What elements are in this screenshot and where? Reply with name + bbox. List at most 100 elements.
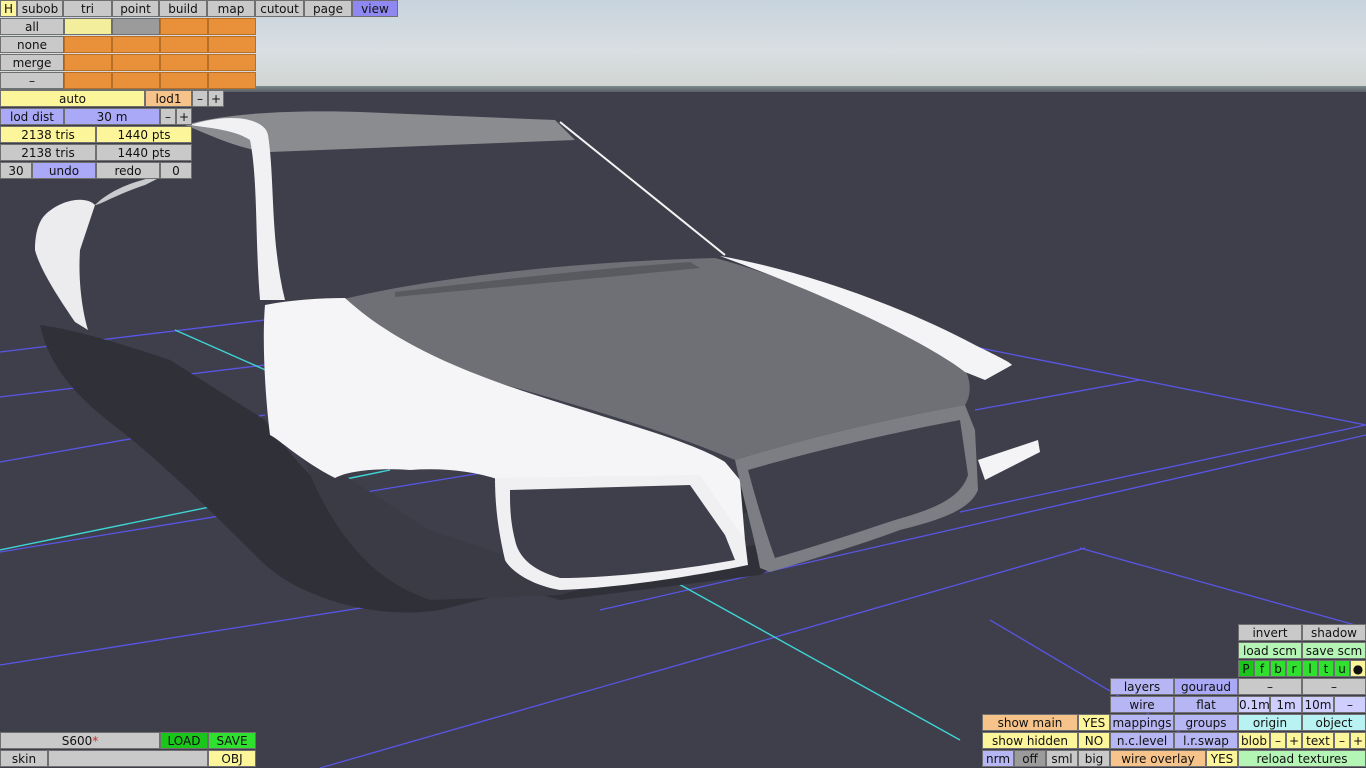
view-u-button[interactable]: u bbox=[1334, 660, 1350, 677]
shadow-button[interactable]: shadow bbox=[1302, 624, 1366, 641]
text-minus-button[interactable]: – bbox=[1334, 732, 1350, 749]
lod-dist-value[interactable]: 30 m bbox=[64, 108, 160, 125]
reload-textures-button[interactable]: reload textures bbox=[1238, 750, 1366, 767]
view-dot-button[interactable]: ● bbox=[1350, 660, 1366, 677]
save-scm-button[interactable]: save scm bbox=[1302, 642, 1366, 659]
select-all-button[interactable]: all bbox=[0, 18, 64, 35]
grid-minus-button[interactable]: – bbox=[1334, 696, 1366, 713]
nc-level-button[interactable]: n.c.level bbox=[1110, 732, 1174, 749]
swatch-r2c4[interactable] bbox=[208, 36, 256, 53]
swatch-r4c4[interactable] bbox=[208, 72, 256, 89]
grid-10m-button[interactable]: 10m bbox=[1302, 696, 1334, 713]
dash-button-2[interactable]: – bbox=[1302, 678, 1366, 695]
minus-button[interactable]: – bbox=[0, 72, 64, 89]
normals-button[interactable]: nrm bbox=[982, 750, 1014, 767]
tab-map[interactable]: map bbox=[207, 0, 255, 17]
normals-sml-button[interactable]: sml bbox=[1046, 750, 1078, 767]
dash-button-1[interactable]: – bbox=[1238, 678, 1302, 695]
show-hidden-toggle[interactable]: NO bbox=[1078, 732, 1110, 749]
swatch-r4c3[interactable] bbox=[160, 72, 208, 89]
pts-count-total: 1440 pts bbox=[96, 144, 192, 161]
show-main-toggle[interactable]: YES bbox=[1078, 714, 1110, 731]
tab-subob[interactable]: subob bbox=[17, 0, 63, 17]
view-r-button[interactable]: r bbox=[1286, 660, 1302, 677]
pts-count: 1440 pts bbox=[96, 126, 192, 143]
swatch-r1c4[interactable] bbox=[208, 18, 256, 35]
swatch-r1c1[interactable] bbox=[64, 18, 112, 35]
file-name-field[interactable]: S600* bbox=[0, 732, 160, 749]
tab-cutout[interactable]: cutout bbox=[255, 0, 304, 17]
swatch-r3c1[interactable] bbox=[64, 54, 112, 71]
car-model bbox=[35, 111, 1040, 590]
tab-build[interactable]: build bbox=[159, 0, 207, 17]
swatch-r1c2[interactable] bbox=[112, 18, 160, 35]
origin-button[interactable]: origin bbox=[1238, 714, 1302, 731]
tris-count-total: 2138 tris bbox=[0, 144, 96, 161]
obj-button[interactable]: OBJ bbox=[208, 750, 256, 767]
swatch-r1c3[interactable] bbox=[160, 18, 208, 35]
undo-count: 30 bbox=[0, 162, 32, 179]
normals-big-button[interactable]: big bbox=[1078, 750, 1110, 767]
swatch-r3c4[interactable] bbox=[208, 54, 256, 71]
skin-button[interactable]: skin bbox=[0, 750, 48, 767]
layers-button[interactable]: layers bbox=[1110, 678, 1174, 695]
blob-minus-button[interactable]: – bbox=[1270, 732, 1286, 749]
lod-minus-button[interactable]: – bbox=[192, 90, 208, 107]
text-button[interactable]: text bbox=[1302, 732, 1334, 749]
normals-off-button[interactable]: off bbox=[1014, 750, 1046, 767]
save-button[interactable]: SAVE bbox=[208, 732, 256, 749]
load-scm-button[interactable]: load scm bbox=[1238, 642, 1302, 659]
lod-auto-button[interactable]: auto bbox=[0, 90, 145, 107]
swatch-r3c2[interactable] bbox=[112, 54, 160, 71]
h-button[interactable]: H bbox=[0, 0, 17, 17]
blob-plus-button[interactable]: + bbox=[1286, 732, 1302, 749]
invert-button[interactable]: invert bbox=[1238, 624, 1302, 641]
lod-dist-label: lod dist bbox=[0, 108, 64, 125]
lod-dist-plus-button[interactable]: + bbox=[176, 108, 192, 125]
load-button[interactable]: LOAD bbox=[160, 732, 208, 749]
show-main-button[interactable]: show main bbox=[982, 714, 1078, 731]
groups-button[interactable]: groups bbox=[1174, 714, 1238, 731]
file-name: S600 bbox=[61, 734, 93, 748]
lod-plus-button[interactable]: + bbox=[208, 90, 224, 107]
redo-button[interactable]: redo bbox=[96, 162, 160, 179]
swatch-r4c2[interactable] bbox=[112, 72, 160, 89]
object-button[interactable]: object bbox=[1302, 714, 1366, 731]
gouraud-button[interactable]: gouraud bbox=[1174, 678, 1238, 695]
view-t-button[interactable]: t bbox=[1318, 660, 1334, 677]
lod-dist-minus-button[interactable]: – bbox=[160, 108, 176, 125]
view-b-button[interactable]: b bbox=[1270, 660, 1286, 677]
grid-01m-button[interactable]: 0.1m bbox=[1238, 696, 1270, 713]
redo-count: 0 bbox=[160, 162, 192, 179]
select-none-button[interactable]: none bbox=[0, 36, 64, 53]
tab-point[interactable]: point bbox=[112, 0, 159, 17]
grid-1m-button[interactable]: 1m bbox=[1270, 696, 1302, 713]
swatch-r2c3[interactable] bbox=[160, 36, 208, 53]
blob-button[interactable]: blob bbox=[1238, 732, 1270, 749]
swatch-r2c2[interactable] bbox=[112, 36, 160, 53]
text-plus-button[interactable]: + bbox=[1350, 732, 1366, 749]
modified-indicator: * bbox=[92, 734, 99, 748]
tab-page[interactable]: page bbox=[304, 0, 352, 17]
wire-overlay-toggle[interactable]: YES bbox=[1206, 750, 1238, 767]
swatch-r3c3[interactable] bbox=[160, 54, 208, 71]
tab-view[interactable]: view bbox=[352, 0, 398, 17]
swatch-r2c1[interactable] bbox=[64, 36, 112, 53]
mappings-button[interactable]: mappings bbox=[1110, 714, 1174, 731]
flat-button[interactable]: flat bbox=[1174, 696, 1238, 713]
lod-level-button[interactable]: lod1 bbox=[145, 90, 192, 107]
tab-tri[interactable]: tri bbox=[63, 0, 112, 17]
lr-swap-button[interactable]: l.r.swap bbox=[1174, 732, 1238, 749]
wire-overlay-button[interactable]: wire overlay bbox=[1110, 750, 1206, 767]
merge-button[interactable]: merge bbox=[0, 54, 64, 71]
undo-button[interactable]: undo bbox=[32, 162, 96, 179]
3d-viewport[interactable] bbox=[0, 0, 1366, 768]
view-p-button[interactable]: P bbox=[1238, 660, 1254, 677]
view-f-button[interactable]: f bbox=[1254, 660, 1270, 677]
show-hidden-button[interactable]: show hidden bbox=[982, 732, 1078, 749]
skin-field[interactable] bbox=[48, 750, 208, 767]
tris-count: 2138 tris bbox=[0, 126, 96, 143]
swatch-r4c1[interactable] bbox=[64, 72, 112, 89]
view-l-button[interactable]: l bbox=[1302, 660, 1318, 677]
wire-button[interactable]: wire bbox=[1110, 696, 1174, 713]
